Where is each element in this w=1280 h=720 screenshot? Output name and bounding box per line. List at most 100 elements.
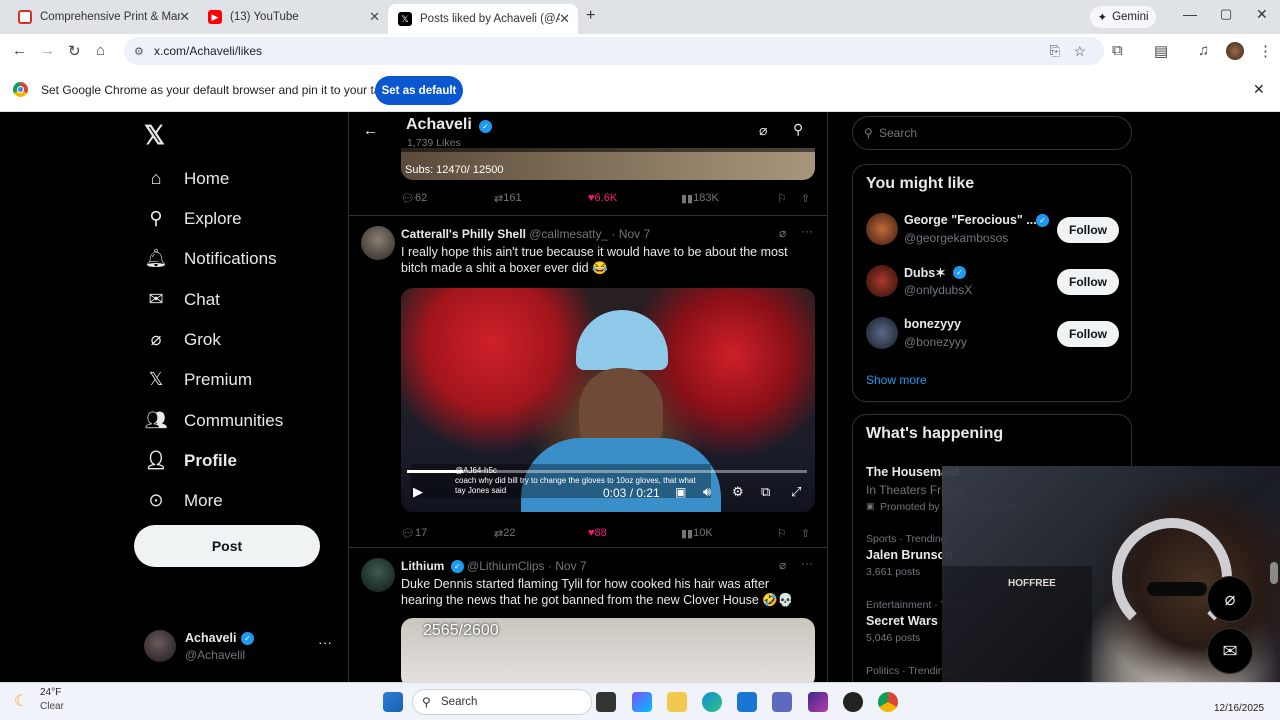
nav-notifications[interactable]: 🔔︎ Notifications [144,248,277,269]
pip-icon[interactable]: ⧉ [761,484,770,500]
follow-button[interactable]: Follow [1057,217,1119,243]
minimize-button[interactable]: — [1183,6,1197,22]
video-player[interactable]: @AJ64-h5c coach why did bill try to chan… [401,288,815,512]
grok-icon[interactable]: ⌀ [779,558,786,572]
maximize-button[interactable]: ▢ [1220,6,1232,22]
copilot-icon[interactable] [632,692,652,712]
play-icon[interactable]: ▶ [413,484,423,500]
like-button[interactable]: ♥ 88 [588,527,607,539]
tweet-date[interactable]: · Nov 7 [548,559,587,573]
messages-floating-button[interactable]: ✉ [1207,628,1253,674]
tweet-catterall[interactable]: Catterall's Philly Shell @callmesatty_ ·… [349,216,827,548]
suggestion-item[interactable]: bonezyyy @bonezyyy Follow [853,313,1131,357]
search-icon[interactable]: ⚲ [793,121,803,138]
bookmark-icon[interactable]: ⚐ [777,527,787,540]
extensions-icon[interactable]: ⧉ [1112,42,1123,59]
author-name[interactable]: Lithium [401,559,444,573]
forward-button[interactable]: → [40,42,55,59]
share-icon[interactable]: ⇧ [801,192,810,205]
page-scrollbar[interactable] [1270,562,1278,584]
repost-button[interactable]: ⇄ 22 [494,527,515,540]
x-logo-icon[interactable]: 𝕏 [144,120,165,151]
views-button[interactable]: ▮▮ 183K [681,192,719,205]
follow-button[interactable]: Follow [1057,321,1119,347]
app-icon[interactable] [808,692,828,712]
site-info-icon[interactable]: ⚙ [134,45,144,58]
views-button[interactable]: ▮▮ 10K [681,527,713,540]
nav-home[interactable]: ⌂ Home [144,168,230,189]
video-progress-bar[interactable] [407,470,807,473]
nav-grok[interactable]: ⌀ Grok [144,329,221,350]
windows-start-icon[interactable] [383,692,403,712]
infobar-close-icon[interactable]: ✕ [1253,81,1265,98]
share-icon[interactable]: ⇧ [801,527,810,540]
nav-more[interactable]: ⊙ More [144,490,222,511]
close-window-button[interactable]: ✕ [1256,6,1268,23]
tweet-more-icon[interactable]: ··· [801,224,813,238]
obs-icon[interactable] [843,692,863,712]
weather-icon[interactable]: ☾ [14,691,28,711]
follow-button[interactable]: Follow [1057,269,1119,295]
install-icon[interactable]: ⎘ [1050,43,1060,59]
nav-explore[interactable]: ⚲ Explore [144,208,241,229]
close-icon[interactable]: ✕ [179,9,190,25]
captions-icon[interactable]: ▣ [675,485,686,499]
new-tab-button[interactable]: + [586,7,595,25]
file-explorer-icon[interactable] [667,692,687,712]
settings-icon[interactable]: ⚙ [732,484,744,500]
chrome-menu-icon[interactable]: ⋮ [1258,42,1273,60]
close-icon[interactable]: ✕ [559,11,570,27]
gemini-button[interactable]: ✦ Gemini [1090,6,1156,28]
avatar[interactable] [361,558,395,592]
grok-floating-button[interactable]: ⌀ [1207,576,1253,622]
tab-x-likes[interactable]: 𝕏 Posts liked by Achaveli (@Acha ✕ [388,4,578,34]
set-default-button[interactable]: Set as default [375,76,463,105]
task-view-icon[interactable] [596,692,616,712]
tweet-media[interactable]: Subs: 12470/ 12500 [401,148,815,180]
reload-button[interactable]: ↻ [68,42,81,60]
nav-premium[interactable]: 𝕏 Premium [144,369,252,390]
repost-button[interactable]: ⇄ 161 [494,192,522,205]
bookmark-icon[interactable]: ⚐ [777,192,787,205]
tweet-media[interactable]: 2565/2600 [401,618,815,682]
nav-profile[interactable]: 👤︎ Profile [144,450,237,471]
reply-button[interactable]: 💬︎ 62 [401,192,427,205]
suggestion-item[interactable]: George "Ferocious" ... ✓ @georgekambosos… [853,209,1131,253]
chrome-icon[interactable] [878,692,898,712]
author-handle[interactable]: @LithiumClips [467,559,545,573]
volume-icon[interactable]: 🔊︎ [703,484,711,500]
author-handle[interactable]: @callmesatty_ [529,227,608,241]
nav-chat[interactable]: ✉ Chat [144,289,219,310]
store-icon[interactable] [737,692,757,712]
suggestion-item[interactable]: Dubs✶ ✓ @onlydubsX Follow [853,261,1131,305]
tweet-more-icon[interactable]: ··· [801,556,813,570]
tweet-lithium[interactable]: Lithium ✓ @LithiumClips · Nov 7 ⌀ ··· Du… [349,548,827,682]
outlook-icon[interactable] [772,692,792,712]
home-button[interactable]: ⌂ [96,42,105,59]
fullscreen-icon[interactable]: ⤢ [791,484,801,500]
show-more-link[interactable]: Show more [866,373,927,387]
nav-communities[interactable]: 👥︎ Communities [144,410,284,431]
tab-youtube[interactable]: ▶ (13) YouTube ✕ [198,4,388,30]
search-input[interactable]: ⚲ Search [852,116,1132,150]
author-name[interactable]: Catterall's Philly Shell [401,227,526,241]
grok-icon[interactable]: ⌀ [779,226,786,240]
reply-button[interactable]: 💬︎ 17 [401,527,427,540]
media-controls-icon[interactable]: ♫ [1198,42,1209,59]
bookmark-star-icon[interactable]: ☆ [1073,43,1086,60]
close-icon[interactable]: ✕ [369,9,380,25]
profile-avatar[interactable] [1226,42,1244,60]
account-switcher[interactable]: Achaveli ✓ @Achavelil ··· [144,630,340,670]
url-field[interactable]: ⚙ x.com/Achaveli/likes ⎘ ☆ [124,37,1104,65]
taskbar-search[interactable]: ⚲ Search [412,689,592,715]
back-arrow-icon[interactable]: ← [363,122,378,139]
tweet-date[interactable]: · Nov 7 [611,227,650,241]
edge-icon[interactable] [702,692,722,712]
back-button[interactable]: ← [12,42,27,59]
account-more-icon[interactable]: ··· [318,634,332,650]
like-button[interactable]: ♥ 6.6K [588,192,617,204]
side-panel-icon[interactable]: ▤ [1154,42,1168,60]
grok-icon[interactable]: ⌀ [759,122,767,139]
avatar[interactable] [361,226,395,260]
post-button[interactable]: Post [134,525,320,567]
